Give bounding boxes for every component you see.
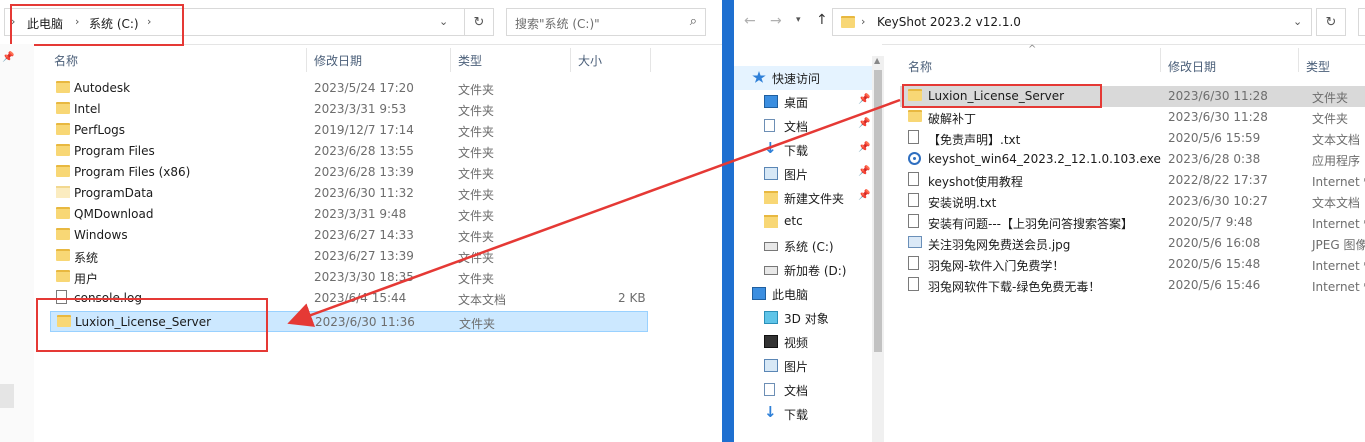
arrow-line: [287, 98, 901, 327]
annotation-arrow: [287, 98, 901, 327]
